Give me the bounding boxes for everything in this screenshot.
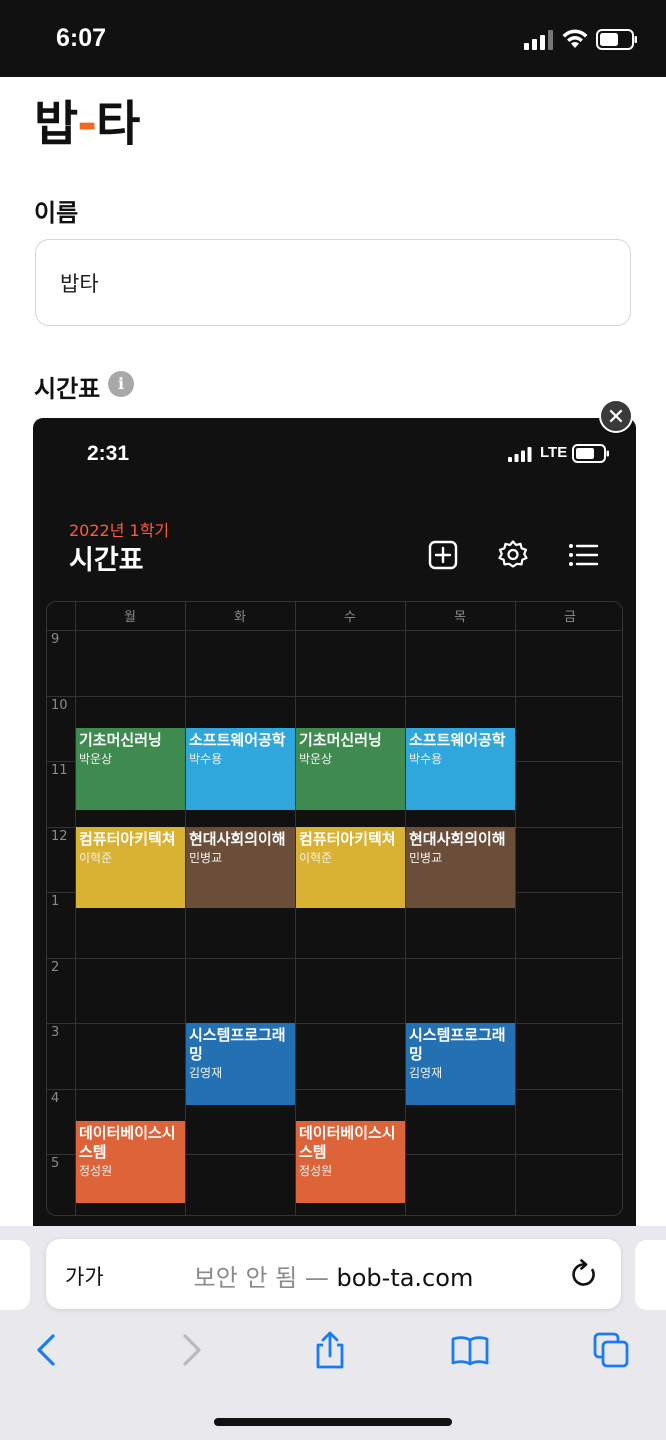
day-header: 월 — [124, 610, 136, 625]
course-name: 시스템프로그래밍 — [189, 1026, 286, 1063]
course-professor: 민병교 — [409, 850, 443, 865]
course-professor: 박운상 — [79, 752, 113, 767]
hour-label: 10 — [51, 697, 68, 713]
timetable-screenshot: 2:31 LTE 2022년 1학기 시간표 월 화 수 목 금 9 10 11 12 1 2 3 4 5… — [33, 418, 636, 1248]
grid-column-line — [515, 602, 516, 1215]
info-icon[interactable]: i — [108, 371, 134, 397]
course-professor: 박운상 — [299, 752, 333, 767]
hour-label: 12 — [51, 828, 68, 844]
logo-right: 타 — [96, 96, 140, 152]
course-name: 데이터베이스시스템 — [79, 1124, 176, 1162]
course-block: 시스템프로그래밍김영재 — [186, 1023, 295, 1105]
course-name: 기초머신러닝 — [79, 731, 162, 750]
status-time: 6:07 — [56, 24, 107, 52]
course-block: 현대사회의이해민병교 — [186, 826, 295, 909]
course-block: 데이터베이스시스템정성원 — [296, 1121, 405, 1204]
grid-column-line — [405, 602, 406, 1215]
status-bar: 6:07 — [0, 0, 666, 77]
course-block: 시스템프로그래밍김영재 — [406, 1023, 515, 1105]
course-professor: 박수용 — [409, 752, 443, 767]
network-label: LTE — [540, 444, 568, 461]
course-block: 데이터베이스시스템정성원 — [76, 1121, 185, 1204]
insecure-label: 보안 안 됨 — [193, 1264, 298, 1292]
back-icon[interactable] — [27, 1330, 67, 1370]
day-header: 수 — [344, 610, 356, 625]
course-block: 소프트웨어공학박수용 — [406, 728, 515, 811]
url-domain: bob-ta.com — [336, 1264, 474, 1292]
reload-icon[interactable] — [570, 1259, 598, 1289]
grid-hour-line — [47, 1023, 622, 1024]
course-name: 데이터베이스시스템 — [299, 1124, 396, 1162]
hour-label: 1 — [51, 894, 60, 909]
adjacent-tab-right[interactable] — [635, 1240, 666, 1310]
screenshot-status-time: 2:31 — [87, 442, 130, 465]
forward-icon[interactable] — [171, 1330, 211, 1370]
add-icon — [428, 540, 458, 570]
course-block: 기초머신러닝박운상 — [76, 728, 185, 811]
cellular-signal-icon — [524, 30, 553, 50]
share-icon[interactable] — [310, 1330, 350, 1370]
hour-label: 3 — [51, 1025, 60, 1040]
home-indicator — [214, 1418, 452, 1426]
course-professor: 정성원 — [79, 1164, 113, 1179]
hour-label: 2 — [51, 959, 60, 975]
cellular-signal-icon — [508, 447, 532, 462]
browser-toolbar: 가가 보안 안 됨 — bob-ta.com — [0, 1226, 666, 1440]
hour-label: 4 — [51, 1090, 60, 1106]
course-professor: 김영재 — [409, 1066, 443, 1080]
grid-hour-line — [47, 957, 622, 959]
tabs-icon[interactable] — [591, 1330, 631, 1370]
course-name: 소프트웨어공학 — [409, 731, 506, 750]
grid-hour-line — [47, 1088, 622, 1090]
course-professor: 이혁준 — [79, 850, 113, 865]
course-block: 컴퓨터아키텍쳐이혁준 — [76, 826, 185, 909]
settings-icon — [498, 540, 528, 568]
bobta-logo: 밥-타 — [34, 84, 140, 154]
course-block: 현대사회의이해민병교 — [406, 826, 515, 909]
day-header: 목 — [454, 610, 466, 625]
grid-column-line — [185, 602, 186, 1215]
course-professor: 민병교 — [189, 850, 223, 865]
course-name: 컴퓨터아키텍쳐 — [79, 829, 176, 848]
course-name: 컴퓨터아키텍쳐 — [299, 829, 396, 848]
course-name: 현대사회의이해 — [189, 829, 286, 848]
grid-header-line — [47, 630, 622, 631]
course-name: 현대사회의이해 — [409, 829, 506, 848]
list-icon — [569, 544, 599, 566]
course-name: 기초머신러닝 — [299, 731, 382, 750]
logo-left: 밥 — [34, 96, 78, 152]
url-separator: — — [297, 1264, 337, 1292]
name-input[interactable] — [35, 239, 631, 326]
course-block: 기초머신러닝박운상 — [296, 728, 405, 811]
name-label: 이름 — [34, 199, 79, 227]
course-professor: 정성원 — [299, 1164, 333, 1179]
course-block: 컴퓨터아키텍쳐이혁준 — [296, 826, 405, 909]
timetable-label: 시간표 — [34, 375, 101, 403]
close-button[interactable]: ✕ — [599, 399, 633, 433]
wifi-icon — [562, 29, 588, 48]
course-name: 시스템프로그래밍 — [409, 1026, 506, 1063]
adjacent-tab-left[interactable] — [0, 1240, 30, 1310]
battery-icon — [572, 444, 609, 463]
course-block: 소프트웨어공학박수용 — [186, 728, 295, 811]
course-name: 소프트웨어공학 — [189, 731, 286, 750]
course-professor: 박수용 — [189, 752, 223, 767]
timetable-grid: 월 화 수 목 금 9 10 11 12 1 2 3 4 5 기초머신러닝 박운상 소프트웨어공학 박수용 기초머신… — [46, 601, 623, 1216]
screenshot-title: 시간표 — [69, 545, 144, 576]
address-bar[interactable]: 가가 보안 안 됨 — bob-ta.com — [46, 1239, 621, 1309]
day-header: 화 — [234, 610, 246, 625]
hour-label: 9 — [51, 632, 60, 647]
logo-dash: - — [77, 96, 97, 152]
grid-hour-line — [47, 695, 622, 697]
hour-label: 5 — [51, 1156, 60, 1171]
course-professor: 김영재 — [189, 1066, 223, 1080]
url-text: 보안 안 됨 — bob-ta.com — [46, 1258, 621, 1293]
bookmarks-icon[interactable] — [450, 1330, 490, 1370]
day-header: 금 — [564, 610, 576, 625]
hour-label: 11 — [51, 763, 68, 778]
course-professor: 이혁준 — [299, 850, 333, 865]
battery-icon — [596, 29, 637, 50]
